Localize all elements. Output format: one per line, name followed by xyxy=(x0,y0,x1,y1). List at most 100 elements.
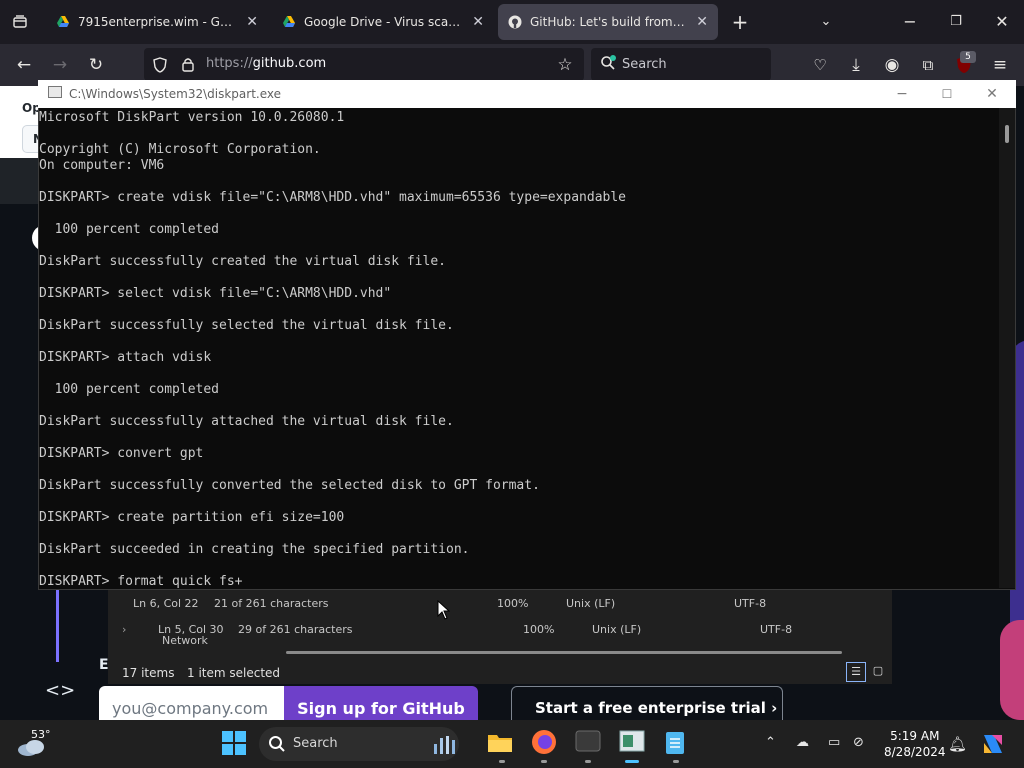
status-position: Ln 5, Col 30 xyxy=(158,623,224,636)
tab-google-drive-wim[interactable]: 7915enterprise.wim - Google Dr ✕ xyxy=(46,4,268,40)
console-line: DiskPart successfully selected the virtu… xyxy=(39,318,454,333)
status-zoom: 100% xyxy=(497,597,529,610)
taskbar-search-box[interactable] xyxy=(259,727,459,761)
list-all-tabs-icon[interactable]: ⌄ xyxy=(812,0,840,44)
tab-github[interactable]: GitHub: Let's build from here · G ✕ xyxy=(498,4,718,40)
console-line: DiskPart successfully converted the sele… xyxy=(39,478,540,493)
minimize-window-icon[interactable]: − xyxy=(890,0,930,44)
console-scrollbar-thumb[interactable] xyxy=(1005,125,1009,143)
console-line: 100 percent completed xyxy=(39,222,220,237)
running-indicator xyxy=(499,760,505,763)
status-zoom: 100% xyxy=(523,623,555,636)
diskpart-taskbar-icon[interactable] xyxy=(619,729,647,757)
tiles-view-icon[interactable]: ▢ xyxy=(868,662,888,682)
status-characters: 29 of 261 characters xyxy=(238,623,353,636)
tab-google-drive-virus-scan[interactable]: Google Drive - Virus scan warn ✕ xyxy=(272,4,494,40)
console-close-icon[interactable]: ✕ xyxy=(970,80,1014,108)
console-minimize-icon[interactable]: − xyxy=(880,80,924,108)
clock-time: 5:19 AM xyxy=(890,729,940,743)
tab-label: 7915enterprise.wim - Google Dr xyxy=(78,15,238,29)
search-icon xyxy=(268,735,286,757)
taskbar-clock[interactable]: 5:19 AM 8/28/2024 xyxy=(884,728,946,760)
display-icon[interactable]: ▭ xyxy=(828,735,840,750)
onedrive-offline-icon[interactable]: ☁ xyxy=(796,735,809,750)
url-text[interactable]: https://github.com xyxy=(206,56,326,71)
console-maximize-icon[interactable]: ☐ xyxy=(925,80,969,108)
selection-count: 1 item selected xyxy=(187,666,281,680)
chevron-right-icon[interactable]: › xyxy=(122,623,126,636)
github-icon xyxy=(508,15,522,29)
explorer-network-item[interactable]: Network xyxy=(162,636,208,644)
close-tab-icon[interactable]: ✕ xyxy=(472,14,484,30)
console-line: DiskPart succeeded in creating the speci… xyxy=(39,542,470,557)
console-line: On computer: VM6 xyxy=(39,158,165,173)
show-hidden-icons-chevron-icon[interactable]: ⌃ xyxy=(765,735,776,750)
console-scrollbar[interactable] xyxy=(999,108,1015,588)
google-drive-icon xyxy=(57,16,69,27)
status-encoding: UTF-8 xyxy=(734,597,767,610)
running-indicator xyxy=(673,760,679,763)
console-line: DiskPart successfully attached the virtu… xyxy=(39,414,454,429)
console-line: DISKPART> select vdisk file="C:\ARM8\HDD… xyxy=(39,286,392,301)
copilot-icon[interactable] xyxy=(980,731,1006,761)
item-count: 17 items xyxy=(122,666,175,680)
mouse-cursor-icon xyxy=(437,599,451,624)
explorer-status-bar: 17 items 1 item selected xyxy=(108,662,892,684)
console-line: 100 percent completed xyxy=(39,382,220,397)
console-line: DISKPART> create vdisk file="C:\ARM8\HDD… xyxy=(39,190,626,205)
taskbar-search-label: Search xyxy=(293,736,338,751)
code-icon: <> xyxy=(45,680,76,701)
notepad-icon[interactable] xyxy=(663,729,691,757)
email-placeholder: you@company.com xyxy=(112,699,269,718)
notepad-status-bar-2: › Ln 5, Col 30 29 of 261 characters 100%… xyxy=(108,616,892,642)
new-tab-icon[interactable]: + xyxy=(726,0,754,44)
clock-date: 8/28/2024 xyxy=(884,745,946,759)
back-arrow-icon[interactable]: ← xyxy=(8,44,40,86)
details-view-icon[interactable]: ☰ xyxy=(846,662,866,682)
weather-temperature: 53° xyxy=(31,728,51,741)
start-windows-icon[interactable] xyxy=(220,729,248,757)
status-line-ending: Unix (LF) xyxy=(566,597,616,610)
firefox-icon[interactable] xyxy=(531,729,559,757)
extension-badge: 5 xyxy=(960,51,976,63)
status-encoding: UTF-8 xyxy=(760,623,793,636)
close-tab-icon[interactable]: ✕ xyxy=(246,14,258,30)
running-indicator xyxy=(585,760,591,763)
horizontal-scrollbar[interactable] xyxy=(286,651,842,654)
web-search-box[interactable] xyxy=(591,48,771,81)
close-window-icon[interactable]: ✕ xyxy=(982,0,1022,44)
close-tab-icon[interactable]: ✕ xyxy=(696,14,708,30)
tab-list-icon[interactable] xyxy=(2,0,38,44)
tab-label: Google Drive - Virus scan warn xyxy=(304,15,464,29)
status-characters: 21 of 261 characters xyxy=(214,597,329,610)
search-engine-icon xyxy=(600,55,616,71)
github-header-strip xyxy=(0,158,40,204)
restore-window-icon[interactable]: ❐ xyxy=(936,0,976,44)
decorative-line xyxy=(56,590,59,662)
console-title: C:\Windows\System32\diskpart.exe xyxy=(69,87,281,101)
console-output[interactable]: Microsoft DiskPart version 10.0.26080.1 C… xyxy=(39,110,997,588)
google-drive-icon xyxy=(283,16,295,27)
network-icon[interactable]: ⊘ xyxy=(853,735,864,750)
terminal-app-icon[interactable] xyxy=(575,729,603,757)
console-line: Copyright (C) Microsoft Corporation. xyxy=(39,142,321,157)
notification-bell-icon[interactable]: 🔔︎ xyxy=(948,735,967,753)
file-explorer-icon[interactable] xyxy=(487,729,515,757)
console-line: DISKPART> convert gpt xyxy=(39,446,204,461)
decorative-gradient-shape xyxy=(1000,620,1024,720)
notepad-status-bar-1: Ln 6, Col 22 21 of 261 characters 100% U… xyxy=(108,590,866,616)
console-line: Microsoft DiskPart version 10.0.26080.1 xyxy=(39,110,345,125)
